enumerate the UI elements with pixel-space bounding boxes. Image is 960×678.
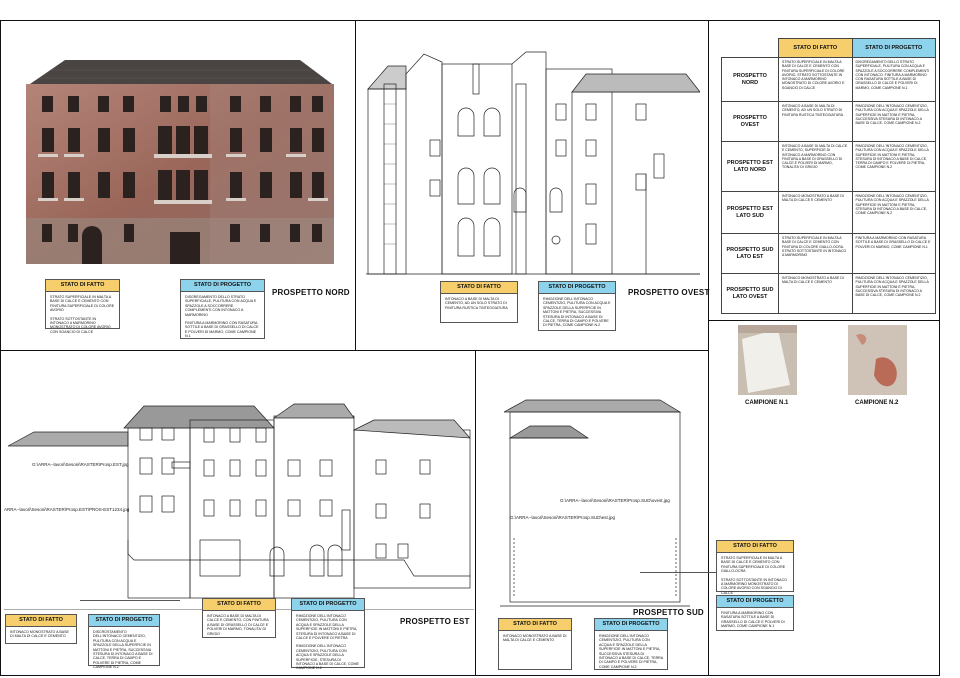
- row-label: PROSPETTO SUD LATO EST: [721, 233, 779, 274]
- box-header: STATO DI PROGETTO: [539, 282, 615, 294]
- box-header: STATO DI PROGETTO: [89, 615, 159, 627]
- raster-path-label: G:\ARRA--lavori\Sesoni\RASTER\Prosp.SUD\…: [510, 515, 616, 520]
- sample-2-label: CAMPIONE N.2: [855, 400, 899, 406]
- ovest-stato-di-progetto-box: STATO DI PROGETTO RIMOZIONE DELL'INTONAC…: [538, 281, 616, 331]
- row-progetto: RIMOZIONE DELL'INTONACO CEMENTIZIO, PULI…: [851, 273, 937, 314]
- note-text: FINITURA A MARMORINO CON RASATURA SOTTIL…: [721, 611, 785, 629]
- nord-stato-di-progetto-box: STATO DI PROGETTO DISGREGAMENTO DELLO ST…: [180, 279, 265, 339]
- box-header: STATO DI PROGETTO: [595, 619, 667, 631]
- table-row: PROSPETTO OVEST INTONACO A BASE DI MALTA…: [721, 101, 937, 142]
- sud-elevation-drawing: [500, 399, 690, 607]
- note-text: RIMOZIONE DELL'INTONACO CEMENTIZIO, PULI…: [599, 634, 663, 669]
- raster-path-label: G:\ARRA--lavori\Sesoni\RASTER\Prosp.SUD\…: [560, 498, 670, 503]
- note-text: INTONACO A BASE DI MALTA DI CEMENTO, AD …: [445, 297, 508, 310]
- est-stato-di-progetto-box-mid: STATO DI PROGETTO RIMOZIONE DELL'INTONAC…: [291, 598, 365, 671]
- note-text: RIMOZIONE DELL'INTONACO CEMENTIZIO, PULI…: [296, 614, 358, 641]
- sample-2-photo: [848, 325, 907, 395]
- divider: [355, 20, 356, 350]
- row-label: PROSPETTO SUD LATO OVEST: [721, 273, 779, 314]
- row-label: PROSPETTO EST LATO NORD: [721, 141, 779, 192]
- note-text: FINITURA A MARMORINO CON RASATURA SOTTIL…: [185, 321, 259, 339]
- summary-table: STATO DI FATTO STATO DI PROGETTO PROSPET…: [721, 38, 937, 314]
- table-row: PROSPETTO EST LATO NORD INTONACO A BASE …: [721, 141, 937, 192]
- row-fatto: STRATO SUPERFICIALE IN MALTA A BASE DI C…: [778, 233, 853, 274]
- note-text: INTONACO MONOSTRATO A BASE DI MALTA DI C…: [10, 630, 69, 639]
- drawing-sheet: STATO DI FATTO STRATO SUPERFICIALE IN MA…: [0, 0, 960, 678]
- est-elevation-drawing: [4, 403, 474, 610]
- elevation-title-sud: PROSPETTO SUD: [633, 608, 704, 617]
- raster-path-label: G:\ARRA--lavori\Sesoni\RASTER\Prosp.EST.…: [32, 462, 129, 467]
- ovest-elevation-drawing: [366, 51, 700, 275]
- elevation-title-ovest: PROSPETTO OVEST: [628, 288, 710, 297]
- table-corner: [721, 38, 779, 58]
- note-text: STRATO SUPERFICIALE IN MALTA A BASE DI C…: [721, 556, 786, 574]
- row-label: PROSPETTO OVEST: [721, 101, 779, 142]
- right-stato-di-progetto-box: STATO DI PROGETTO FINITURA A MARMORINO C…: [716, 595, 794, 631]
- right-stato-di-fatto-box: STATO DI FATTO STRATO SUPERFICIALE IN MA…: [716, 540, 794, 595]
- note-text: RIMOZIONE DELL'INTONACO CEMENTIZIO, PULI…: [296, 644, 359, 671]
- est-stato-di-fatto-box-left: STATO DI FATTO INTONACO MONOSTRATO A BAS…: [5, 614, 77, 644]
- est-stato-di-progetto-box-left: STATO DI PROGETTO DISCROSTAMENTO DELL'IN…: [88, 614, 160, 669]
- box-header: STATO DI FATTO: [441, 282, 517, 294]
- box-header: STATO DI PROGETTO: [717, 596, 793, 608]
- box-header: STATO DI FATTO: [499, 619, 571, 631]
- note-text: INTONACO MONOSTRATO A BASE DI MALTA DI C…: [503, 634, 567, 643]
- sud-stato-di-progetto-box: STATO DI PROGETTO RIMOZIONE DELL'INTONAC…: [594, 618, 668, 670]
- note-text: INTONACO A BASE DI MALTA DI CALCE E CEME…: [207, 614, 269, 636]
- box-header: STATO DI FATTO: [6, 615, 76, 627]
- elevation-title-nord: PROSPETTO NORD: [272, 288, 350, 297]
- leader-line: [80, 600, 180, 601]
- row-fatto: INTONACO A BASE DI MALTA DI CALCE E CEME…: [778, 141, 853, 192]
- raster-path-label: ARRA--lavori\Sesoni\RASTER\Prosp.EST\PRO…: [4, 507, 130, 512]
- nord-facade-photo: [26, 60, 334, 264]
- table-row: PROSPETTO SUD LATO EST STRATO SUPERFICIA…: [721, 233, 937, 274]
- sample-1-photo: [738, 325, 797, 395]
- est-stato-di-fatto-box-mid: STATO DI FATTO INTONACO A BASE DI MALTA …: [202, 598, 276, 638]
- table-row: PROSPETTO EST LATO SUD INTONACO MONOSTRA…: [721, 191, 937, 234]
- ovest-stato-di-fatto-box: STATO DI FATTO INTONACO A BASE DI MALTA …: [440, 281, 518, 323]
- elevation-title-est: PROSPETTO EST: [400, 617, 470, 626]
- row-progetto: FINITURA A MARMORINO CON RASATURA SOTTIL…: [851, 233, 937, 274]
- box-header: STATO DI FATTO: [717, 541, 793, 553]
- box-header: STATO DI FATTO: [203, 599, 275, 611]
- row-label: PROSPETTO NORD: [721, 57, 779, 102]
- note-text: STRATO SUPERFICIALE IN MALTA A BASE DI C…: [50, 295, 115, 313]
- row-label: PROSPETTO EST LATO SUD: [721, 191, 779, 234]
- note-text: STRATO SOTTOSTANTE IN INTONACO A MARMORI…: [721, 577, 787, 595]
- divider: [708, 20, 709, 676]
- table-header-fatto: STATO DI FATTO: [778, 38, 853, 58]
- row-fatto: STRATO SUPERFICIALE IN MALTA A BASE DI C…: [778, 57, 853, 102]
- table-row: PROSPETTO SUD LATO OVEST INTONACO MONOST…: [721, 273, 937, 314]
- row-progetto: RIMOZIONE DELL'INTONACO CEMENTIZIO, PULI…: [851, 101, 937, 142]
- box-header: STATO DI PROGETTO: [292, 599, 364, 611]
- box-header: STATO DI FATTO: [46, 280, 119, 292]
- sud-stato-di-fatto-box: STATO DI FATTO INTONACO MONOSTRATO A BAS…: [498, 618, 572, 670]
- leader-line: [640, 572, 718, 573]
- divider: [0, 350, 708, 351]
- nord-stato-di-fatto-box: STATO DI FATTO STRATO SUPERFICIALE IN MA…: [45, 279, 120, 334]
- table-header-progetto: STATO DI PROGETTO: [851, 38, 937, 58]
- row-fatto: INTONACO MONOSTRATO A BASE DI MALTA DI C…: [778, 273, 853, 314]
- row-progetto: RIMOZIONE DELL'INTONACO CEMENTIZIO, PULI…: [851, 191, 937, 234]
- note-text: DISCROSTAMENTO DELL'INTONACO CEMENTIZIO,…: [93, 630, 153, 670]
- note-text: RIMOZIONE DELL'INTONACO CEMENTIZIO, PULI…: [543, 297, 611, 328]
- divider: [708, 320, 940, 321]
- row-fatto: INTONACO MONOSTRATO A BASE DI MALTA DI C…: [778, 191, 853, 234]
- note-text: DISGREGAMENTO DELLO STRATO SUPERFICIALE,…: [185, 295, 257, 317]
- note-text: STRATO SOTTOSTANTE IN INTONACO A MARMORI…: [50, 316, 111, 334]
- divider: [475, 350, 476, 676]
- sample-1-label: CAMPIONE N.1: [745, 400, 789, 406]
- row-fatto: INTONACO A BASE DI MALTA DI CEMENTO, AD …: [778, 101, 853, 142]
- row-progetto: RIMOZIONE DELL'INTONACO CEMENTIZIO, PULI…: [851, 141, 937, 192]
- box-header: STATO DI PROGETTO: [181, 280, 264, 292]
- row-progetto: DISGREGAMENTO DELLO STRATO SUPERFICIALE,…: [851, 57, 937, 102]
- table-row: PROSPETTO NORD STRATO SUPERFICIALE IN MA…: [721, 57, 937, 102]
